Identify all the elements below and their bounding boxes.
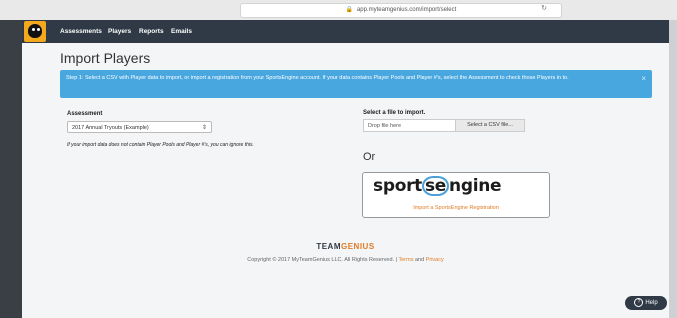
- close-icon[interactable]: ×: [641, 74, 646, 83]
- copyright-text: Copyright © 2017 MyTeamGenius LLC. All R…: [247, 257, 444, 263]
- assessment-selected-value: 2017 Annual Tryouts (Example): [72, 125, 149, 131]
- alert-text: Step 1: Select a CSV with Player data to…: [66, 75, 569, 81]
- privacy-link[interactable]: Privacy: [426, 257, 444, 263]
- top-navbar: Assessments Players Reports Emails: [22, 20, 669, 43]
- help-button[interactable]: ? Help: [625, 296, 667, 310]
- nav-item-assessments[interactable]: Assessments: [60, 20, 102, 43]
- sportsengine-link[interactable]: Import a SportsEngine Registration: [363, 205, 549, 211]
- desktop-right-edge: [669, 20, 677, 318]
- address-bar[interactable]: 🔒 app.myteamgenius.com/import/select: [240, 3, 562, 18]
- terms-link[interactable]: Terms: [398, 257, 413, 263]
- file-drop-zone[interactable]: Drop file here Select a CSV file...: [363, 119, 525, 132]
- page-title: Import Players: [60, 50, 151, 66]
- assessment-select[interactable]: 2017 Annual Tryouts (Example) ⇕: [67, 121, 212, 133]
- owl-logo-icon[interactable]: [24, 21, 46, 42]
- desktop-left-edge: [0, 20, 22, 318]
- address-bar-url: app.myteamgenius.com/import/select: [356, 7, 457, 13]
- select-caret-icon: ⇕: [201, 125, 207, 131]
- sportsengine-logo: sport se ngine: [373, 176, 502, 196]
- sportsengine-import-button[interactable]: sport se ngine Import a SportsEngine Regis…: [362, 172, 550, 218]
- or-separator: Or: [363, 151, 376, 163]
- teamgenius-footer-logo: TEAMGENIUS: [316, 242, 375, 251]
- assessment-note: If your import data does not contain Pla…: [67, 142, 254, 148]
- lock-icon: 🔒: [345, 7, 354, 13]
- file-import-label: Select a file to import.: [363, 110, 426, 116]
- browser-toolbar: 🔒 app.myteamgenius.com/import/select ↻: [0, 0, 677, 21]
- nav-item-players[interactable]: Players: [108, 20, 131, 43]
- assessment-label: Assessment: [67, 111, 103, 117]
- app-window: Assessments Players Reports Emails Impor…: [22, 20, 669, 318]
- nav-item-reports[interactable]: Reports: [139, 20, 164, 43]
- nav-item-emails[interactable]: Emails: [171, 20, 192, 43]
- drop-file-text: Drop file here: [368, 123, 402, 129]
- info-alert: Step 1: Select a CSV with Player data to…: [60, 70, 652, 98]
- reload-icon[interactable]: ↻: [541, 4, 547, 12]
- help-icon: ?: [634, 297, 644, 307]
- select-csv-button[interactable]: Select a CSV file...: [455, 120, 524, 131]
